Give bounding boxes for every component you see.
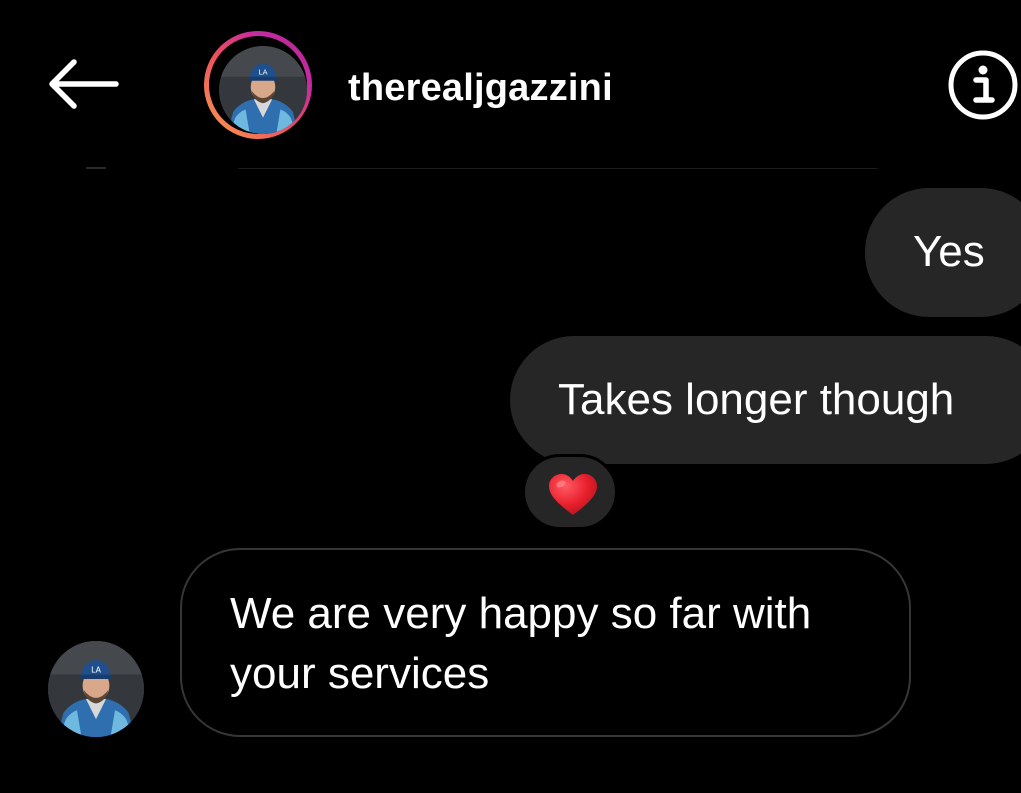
message-text: Takes longer though — [558, 375, 955, 424]
message-text: We are very happy so far with your servi… — [230, 589, 812, 698]
divider — [238, 168, 878, 169]
avatar — [219, 46, 307, 134]
info-button[interactable] — [946, 48, 1020, 122]
avatar[interactable] — [48, 641, 144, 737]
chat-username[interactable]: therealjgazzini — [348, 66, 613, 110]
back-button[interactable] — [44, 52, 124, 116]
message-reaction[interactable] — [522, 454, 618, 530]
chat-header: therealjgazzini — [0, 0, 1021, 170]
info-circle-icon — [948, 50, 1018, 120]
divider — [86, 167, 106, 169]
outgoing-message-bubble[interactable]: Takes longer though — [510, 336, 1021, 464]
heart-emoji-icon — [549, 474, 597, 515]
outgoing-message-bubble[interactable]: Yes — [865, 188, 1021, 317]
profile-avatar-story-ring[interactable] — [204, 31, 312, 139]
arrow-left-icon — [49, 59, 119, 109]
message-text: Yes — [913, 227, 985, 276]
incoming-message-bubble[interactable]: We are very happy so far with your servi… — [180, 548, 911, 737]
